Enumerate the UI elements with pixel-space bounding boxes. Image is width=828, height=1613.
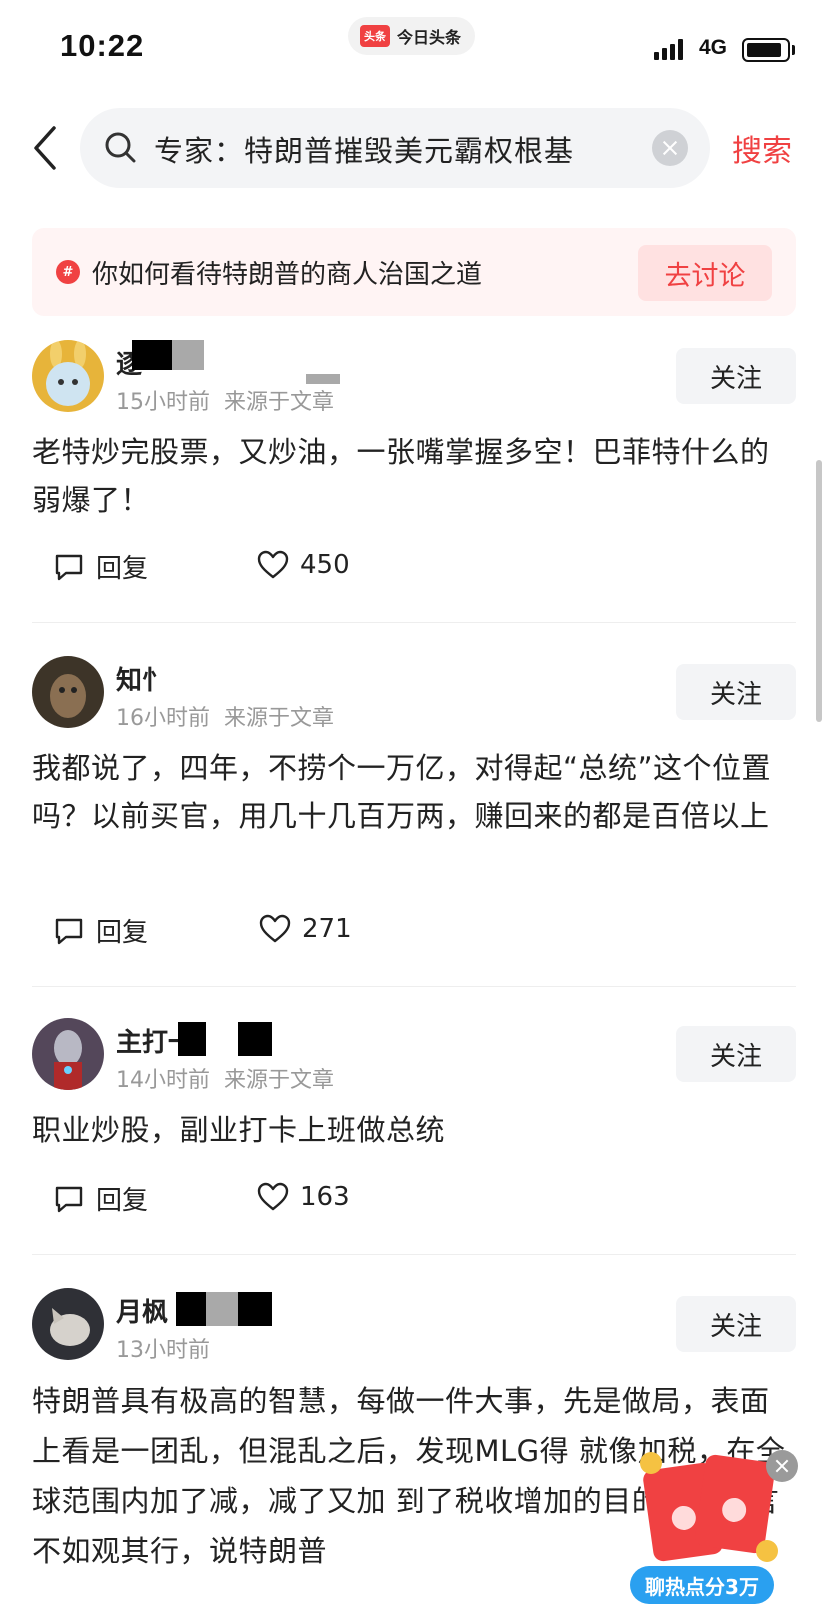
app-indicator[interactable]: 头条 今日头条 [348, 17, 476, 55]
app-logo-icon: 头条 [360, 25, 390, 47]
promo-widget[interactable]: 聊热点分3万 [630, 1450, 800, 1613]
avatar[interactable] [32, 1018, 104, 1090]
battery-tip [792, 45, 795, 55]
like-count: 271 [302, 914, 352, 944]
divider [32, 622, 796, 623]
comment-source: 来源于文章 [224, 390, 335, 415]
redaction [176, 1292, 206, 1326]
topic-banner[interactable]: # 你如何看待特朗普的商人治国之道 去讨论 [32, 228, 796, 316]
like-count: 450 [300, 550, 350, 580]
discuss-button[interactable]: 去讨论 [638, 245, 772, 301]
signal-icon [654, 38, 683, 60]
comment-text: 老特炒完股票，又炒油，一张嘴掌握多空！巴菲特什么的弱爆了！ [32, 435, 770, 517]
app-name: 今日头条 [397, 28, 462, 47]
comment-time: 15小时前 [116, 390, 210, 415]
redaction [172, 340, 204, 370]
topic-text: 你如何看待特朗普的商人治国之道 [92, 260, 483, 290]
network-label: 4G [699, 36, 728, 59]
clear-icon[interactable] [652, 130, 688, 166]
follow-button[interactable]: 关注 [676, 664, 796, 720]
comment-actions: 回复 163 [52, 1180, 552, 1220]
comment-actions: 回复 271 [52, 912, 552, 952]
comment-meta: 16小时前 来源于文章 [116, 700, 334, 732]
like-button[interactable]: 450 [256, 548, 350, 582]
heart-icon [257, 1182, 289, 1211]
redaction [132, 340, 172, 370]
battery-icon [742, 38, 790, 62]
reply-label: 回复 [96, 918, 149, 948]
reply-button[interactable]: 回复 [52, 1180, 148, 1217]
comment-meta: 13小时前 [116, 1332, 210, 1364]
divider [32, 986, 796, 987]
search-button[interactable]: 搜索 [732, 126, 792, 170]
like-button[interactable]: 163 [256, 1180, 350, 1214]
comment-source: 来源于文章 [224, 1068, 335, 1093]
comment-actions: 回复 450 [52, 548, 552, 588]
username[interactable]: 知忄 [116, 660, 168, 697]
comment-time: 16小时前 [116, 706, 210, 731]
like-button[interactable]: 271 [258, 912, 352, 946]
search-query: 专家：特朗普摧毁美元霸权根基 [154, 134, 575, 168]
username[interactable]: 月枫 [116, 1292, 168, 1329]
comment-meta: 15小时前 来源于文章 [116, 384, 334, 416]
comment-text: 职业炒股，副业打卡上班做总统 [32, 1113, 446, 1147]
reply-button[interactable]: 回复 [52, 548, 148, 585]
coin-icon [756, 1540, 778, 1562]
battery-fill [747, 43, 782, 57]
comment-text: 我都说了，四年，不捞个一万亿，对得起“总统”这个位置吗？以前买官，用几十几百万两… [32, 751, 772, 833]
like-count: 163 [300, 1182, 350, 1212]
divider [32, 1254, 796, 1255]
follow-button[interactable]: 关注 [676, 1296, 796, 1352]
reply-icon [55, 1186, 83, 1212]
coin-icon [640, 1452, 662, 1474]
redaction [206, 1292, 238, 1326]
comment-time: 14小时前 [116, 1068, 210, 1093]
status-time: 10:22 [60, 28, 145, 63]
status-bar: 10:22 头条 今日头条 4G [0, 0, 828, 96]
search-row: 专家：特朗普摧毁美元霸权根基 搜索 [0, 108, 828, 188]
search-input[interactable]: 专家：特朗普摧毁美元霸权根基 [80, 108, 710, 188]
hashtag-icon: # [56, 260, 80, 284]
comment-meta: 14小时前 来源于文章 [116, 1062, 334, 1094]
follow-button[interactable]: 关注 [676, 1026, 796, 1082]
scrollbar[interactable] [816, 460, 822, 722]
avatar[interactable] [32, 340, 104, 412]
back-arrow-icon[interactable] [24, 122, 68, 174]
heart-icon [257, 550, 289, 579]
promo-label[interactable]: 聊热点分3万 [630, 1566, 774, 1604]
close-icon[interactable] [766, 1450, 798, 1482]
avatar[interactable] [32, 1288, 104, 1360]
follow-button[interactable]: 关注 [676, 348, 796, 404]
search-icon [105, 132, 136, 163]
reply-button[interactable]: 回复 [52, 912, 148, 949]
heart-icon [259, 914, 291, 943]
redaction [178, 1022, 206, 1056]
redaction [238, 1292, 272, 1326]
comment-time: 13小时前 [116, 1338, 210, 1363]
reply-icon [55, 918, 83, 944]
reply-label: 回复 [96, 554, 149, 584]
redaction [306, 374, 340, 384]
reply-label: 回复 [96, 1186, 149, 1216]
redaction [238, 1022, 272, 1056]
comment-source: 来源于文章 [224, 706, 335, 731]
reply-icon [55, 554, 83, 580]
avatar[interactable] [32, 656, 104, 728]
